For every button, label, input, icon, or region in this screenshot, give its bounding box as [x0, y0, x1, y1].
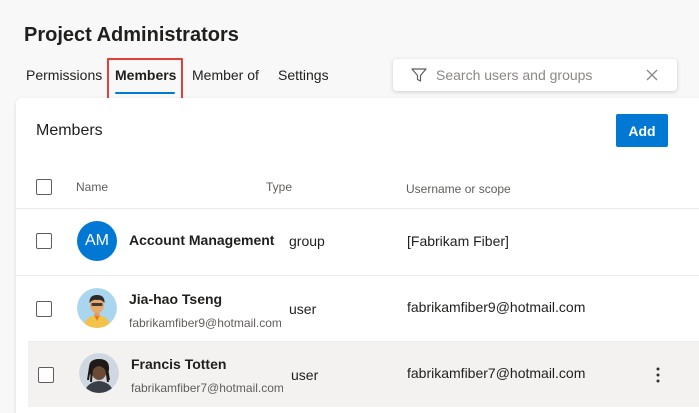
user-avatar-illustration	[77, 288, 117, 328]
column-header-type[interactable]: Type	[266, 180, 292, 194]
member-scope: [Fabrikam Fiber]	[407, 233, 509, 249]
tab-permissions[interactable]: Permissions	[26, 60, 102, 96]
more-actions-icon[interactable]	[648, 363, 668, 387]
active-tab-indicator	[115, 92, 175, 94]
row-checkbox[interactable]	[36, 233, 52, 249]
member-name: Jia-hao Tseng	[129, 291, 223, 307]
search-input[interactable]	[436, 59, 637, 91]
members-panel: Members Add Name Type Username or scope …	[16, 98, 699, 413]
tab-settings[interactable]: Settings	[278, 60, 329, 96]
member-name: Account Management	[129, 232, 275, 248]
user-avatar-photo	[79, 353, 119, 393]
member-scope: fabrikamfiber9@hotmail.com	[407, 299, 586, 315]
member-type: user	[291, 367, 319, 383]
column-header-scope[interactable]: Username or scope	[406, 182, 511, 196]
member-type: user	[289, 301, 317, 317]
tab-members[interactable]: Members	[115, 60, 176, 96]
close-icon[interactable]	[645, 68, 659, 82]
filter-icon	[410, 66, 428, 84]
member-email: fabrikamfiber7@hotmail.com	[131, 381, 283, 395]
group-avatar: AM	[77, 221, 117, 261]
member-email: fabrikamfiber9@hotmail.com	[129, 316, 281, 330]
page-title: Project Administrators	[24, 24, 239, 46]
member-type: group	[289, 233, 325, 249]
select-all-checkbox[interactable]	[36, 179, 52, 195]
table-row[interactable]: Francis Totten fabrikamfiber7@hotmail.co…	[28, 341, 699, 407]
add-button[interactable]: Add	[616, 114, 668, 147]
tab-member-of[interactable]: Member of	[192, 60, 259, 96]
table-row[interactable]: AM Account Management group [Fabrikam Fi…	[16, 208, 699, 275]
search-box[interactable]	[393, 59, 677, 91]
column-header-name[interactable]: Name	[76, 180, 108, 194]
panel-title: Members	[36, 122, 103, 139]
member-scope: fabrikamfiber7@hotmail.com	[407, 365, 586, 381]
row-checkbox[interactable]	[36, 301, 52, 317]
table-row[interactable]: Jia-hao Tseng fabrikamfiber9@hotmail.com…	[16, 275, 699, 341]
member-name: Francis Totten	[131, 356, 227, 372]
row-checkbox[interactable]	[38, 367, 54, 383]
